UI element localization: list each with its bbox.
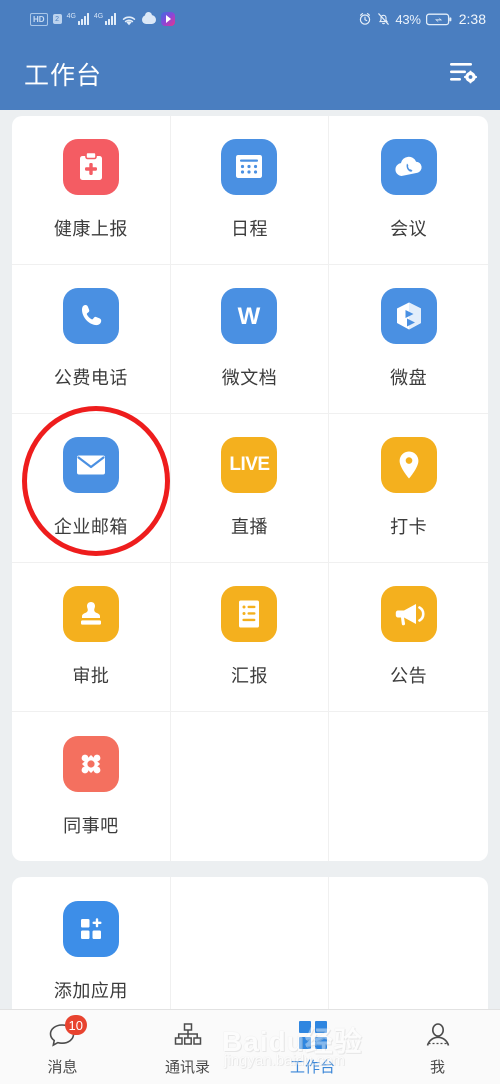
app-item-wedrive[interactable]: 微盘	[329, 265, 488, 414]
signal-bars-1	[77, 13, 89, 25]
app-label: 微盘	[390, 368, 428, 388]
app-label: 添加应用	[53, 980, 128, 1001]
apps-grid: 健康上报 日程 会议 公费电话 W 微文档 微盘 企业邮箱 LIVE 直播 打卡…	[12, 116, 488, 861]
envelope-mail-icon	[62, 437, 119, 493]
app-item-checkin[interactable]: 打卡	[329, 414, 488, 563]
alarm-clock-icon	[358, 12, 372, 26]
apps-card: 健康上报 日程 会议 公费电话 W 微文档 微盘 企业邮箱 LIVE 直播 打卡…	[12, 116, 488, 861]
cloud-phone-icon	[380, 139, 437, 195]
stamp-approval-icon	[62, 586, 119, 642]
app-item-announcement[interactable]: 公告	[329, 563, 488, 712]
nav-item-messages[interactable]: 10 消息	[0, 1010, 125, 1084]
live-text-icon: LIVE	[221, 437, 278, 493]
app-item-add-app[interactable]: 添加应用	[12, 877, 171, 1010]
page-title: 工作台	[24, 62, 103, 90]
add-app-grid: 添加应用	[12, 877, 488, 1010]
status-bar-left: HD 2 4G 4G	[30, 11, 176, 26]
wps-doc-w-icon: W	[221, 288, 278, 344]
app-item-enterprise-mail[interactable]: 企业邮箱	[12, 414, 171, 563]
nav-label: 工作台	[289, 1059, 335, 1076]
nav-label: 通讯录	[164, 1059, 210, 1076]
app-header: 工作台	[0, 38, 500, 110]
person-icon	[424, 1021, 452, 1049]
location-pin-icon	[380, 437, 437, 493]
app-label: 打卡	[390, 517, 428, 537]
battery-percent-label: 43%	[395, 11, 421, 27]
add-app-card: 添加应用	[12, 877, 488, 1010]
app-item-wedoc[interactable]: W 微文档	[170, 265, 330, 414]
nav-item-workbench[interactable]: 工作台	[250, 1010, 375, 1084]
app-item-company-phone[interactable]: 公费电话	[12, 265, 171, 414]
add-grid-empty-cell	[171, 877, 330, 1010]
app-label: 审批	[72, 666, 110, 686]
app-label: 健康上报	[53, 219, 128, 239]
status-bar-right: 43% 2:38	[358, 11, 486, 27]
phone-icon	[62, 288, 119, 344]
network-type-label-2: 4G	[93, 13, 104, 20]
org-chart-icon	[173, 1021, 203, 1049]
app-label: 公费电话	[53, 368, 128, 388]
wifi-icon	[121, 13, 137, 26]
status-clock: 2:38	[458, 11, 486, 27]
battery-charging-icon	[425, 13, 452, 26]
app-label: 汇报	[230, 666, 268, 686]
nav-label: 我	[429, 1059, 445, 1076]
report-document-icon	[221, 586, 278, 642]
sim-icon: 2	[52, 14, 62, 24]
cloud-icon	[142, 11, 157, 24]
app-icon	[161, 12, 176, 26]
bottom-navigation-bar: 10 消息 通讯录 工作台 我	[0, 1009, 500, 1084]
message-badge: 10	[64, 1015, 87, 1035]
grid-apps-icon	[298, 1021, 327, 1049]
app-item-approval[interactable]: 审批	[12, 563, 171, 712]
nav-item-profile[interactable]: 我	[375, 1010, 500, 1084]
app-label: 会议	[390, 219, 428, 239]
bell-muted-icon	[377, 12, 390, 26]
nav-item-contacts[interactable]: 通讯录	[125, 1010, 250, 1084]
app-label: 企业邮箱	[53, 517, 128, 537]
signal-bars-2	[105, 13, 117, 25]
list-settings-icon[interactable]	[448, 59, 478, 90]
signal-4g-icon-2: 4G	[93, 13, 117, 25]
app-item-schedule[interactable]: 日程	[170, 116, 330, 265]
add-app-grid-icon	[62, 900, 119, 957]
app-item-colleague-bar[interactable]: 同事吧	[12, 712, 171, 861]
status-bar: HD 2 4G 4G 43% 2:38	[0, 0, 500, 38]
app-grid-empty-cell	[171, 712, 330, 861]
app-item-report[interactable]: 汇报	[170, 563, 330, 712]
colleague-diamond-icon	[62, 735, 119, 792]
app-label: 微文档	[221, 368, 278, 388]
clipboard-health-icon	[62, 139, 119, 195]
workbench-content: 健康上报 日程 会议 公费电话 W 微文档 微盘 企业邮箱 LIVE 直播 打卡…	[0, 110, 500, 1010]
grid-apps-squares	[298, 1021, 327, 1049]
phone-screen: HD 2 4G 4G 43% 2:38 工作台 健康上报 日程 会议 公费电话 …	[0, 0, 500, 1084]
hd-icon: HD	[30, 12, 48, 26]
app-grid-empty-cell	[329, 712, 488, 861]
app-label: 日程	[230, 219, 268, 239]
chat-bubble-icon: 10	[48, 1015, 87, 1049]
cloud-disk-cube-icon	[380, 288, 437, 344]
network-type-label-1: 4G	[66, 13, 76, 20]
nav-label: 消息	[47, 1059, 78, 1076]
megaphone-icon	[380, 586, 437, 642]
app-item-health-report[interactable]: 健康上报	[12, 116, 171, 265]
svg-text:W: W	[238, 303, 261, 330]
add-grid-empty-cell	[329, 877, 488, 1010]
app-label: 直播	[230, 517, 268, 537]
app-label: 同事吧	[63, 815, 119, 836]
live-badge-text: LIVE	[229, 454, 270, 475]
app-item-live[interactable]: LIVE 直播	[170, 414, 330, 563]
signal-4g-icon: 4G	[67, 13, 89, 25]
calendar-icon	[221, 139, 278, 195]
app-label: 公告	[390, 666, 428, 686]
app-item-meeting[interactable]: 会议	[329, 116, 488, 265]
